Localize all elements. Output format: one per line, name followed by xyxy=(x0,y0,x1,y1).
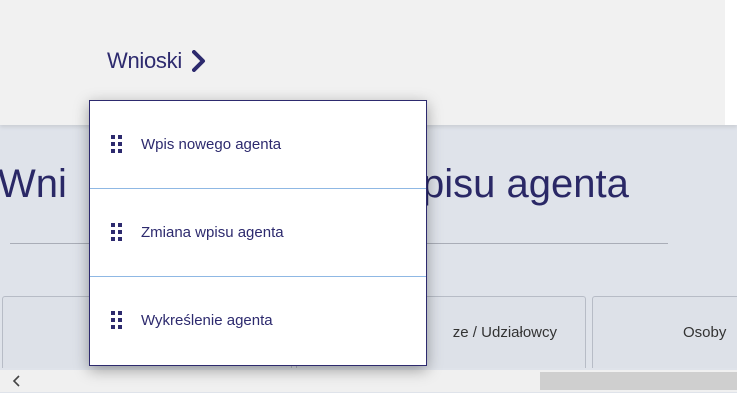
menu-item-label: Wykreślenie agenta xyxy=(141,311,273,329)
wnioski-dropdown-menu: Wpis nowego agenta Zmiana wpisu agenta W… xyxy=(89,100,427,366)
page-title-left: Wni xyxy=(0,162,67,206)
menu-item-zmiana-wpisu-agenta[interactable]: Zmiana wpisu agenta xyxy=(90,189,426,275)
menu-item-wpis-nowego-agenta[interactable]: Wpis nowego agenta xyxy=(90,101,426,187)
wnioski-menu-button[interactable]: Wnioski xyxy=(107,45,206,77)
topbar-edge xyxy=(725,0,737,125)
menu-item-wykreslenie-agenta[interactable]: Wykreślenie agenta xyxy=(90,277,426,363)
tab-2-label: ze / Udziałowcy xyxy=(452,324,557,341)
chevron-left-icon[interactable] xyxy=(10,374,24,388)
wnioski-label: Wnioski xyxy=(107,48,182,73)
grip-icon xyxy=(111,135,123,153)
tab-osoby[interactable]: Osoby xyxy=(592,296,737,368)
horizontal-scrollbar[interactable] xyxy=(0,370,737,392)
grip-icon xyxy=(111,223,123,241)
menu-item-label: Wpis nowego agenta xyxy=(141,135,282,153)
chevron-right-icon xyxy=(191,50,206,72)
grip-icon xyxy=(111,311,123,329)
page-title-right: pisu agenta xyxy=(422,162,629,206)
scrollbar-thumb[interactable] xyxy=(540,372,737,390)
tab-3-label: Osoby xyxy=(683,324,727,341)
menu-item-label: Zmiana wpisu agenta xyxy=(141,223,284,241)
